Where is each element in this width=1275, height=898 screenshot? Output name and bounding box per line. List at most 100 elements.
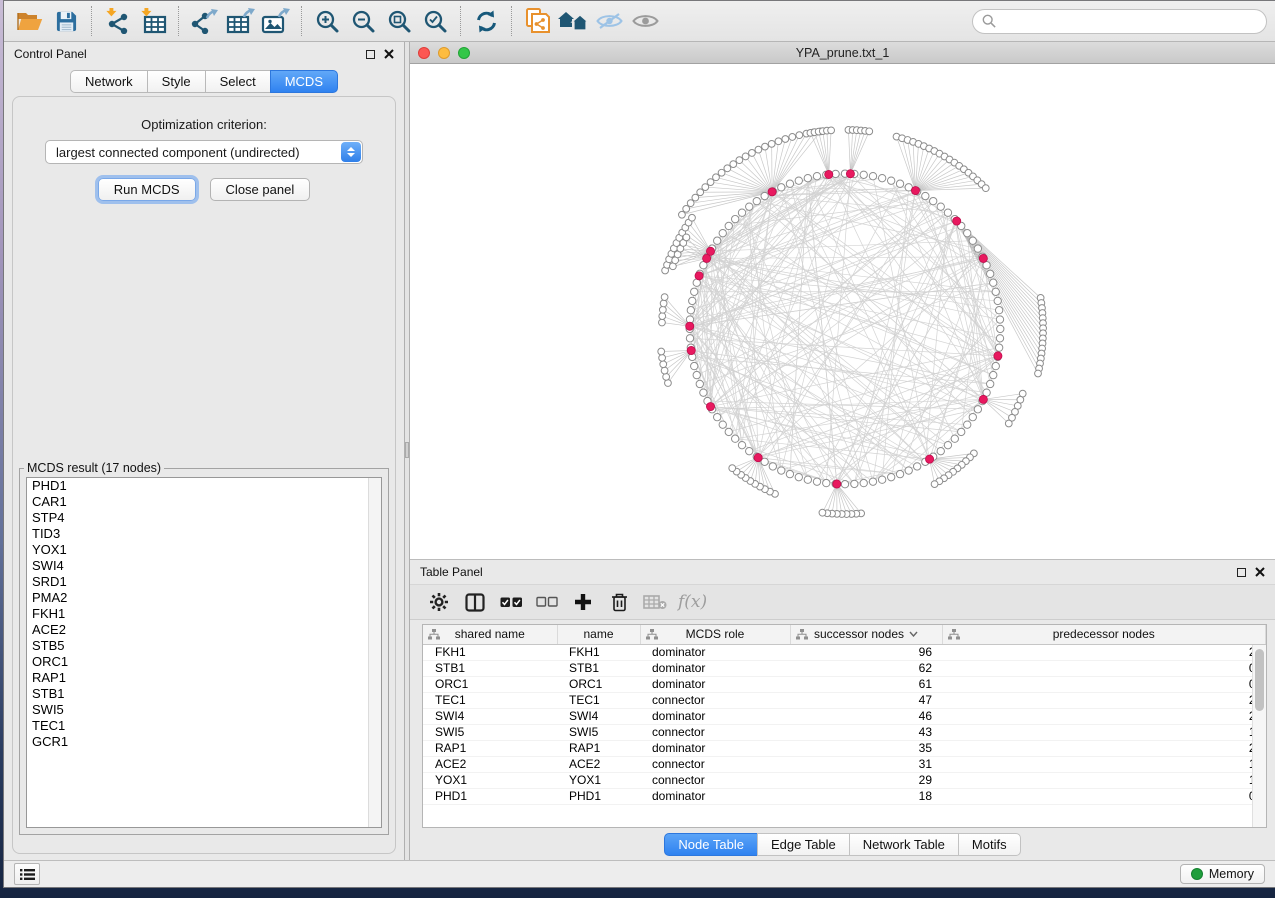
mcds-result-list[interactable]: PHD1CAR1STP4TID3YOX1SWI4SRD1PMA2FKH1ACE2… [26,477,382,828]
cell-shared-name: ORC1 [423,676,557,692]
criterion-select[interactable]: largest connected component (undirected) [45,140,363,164]
duplicate-network-icon [524,8,550,34]
tab-node-table[interactable]: Node Table [664,833,757,856]
import-table-button[interactable] [135,5,171,37]
tab-edge-table[interactable]: Edge Table [757,833,849,856]
task-history-button[interactable] [14,863,40,885]
first-neighbors-button[interactable] [555,5,591,37]
export-table-button[interactable] [222,5,258,37]
table-scrollbar-thumb[interactable] [1255,649,1264,711]
table-row[interactable]: STB1STB1dominator620 [423,660,1266,676]
show-all-button[interactable] [627,5,663,37]
table-scrollbar[interactable] [1252,645,1266,827]
export-network-button[interactable] [186,5,222,37]
close-panel-button[interactable]: Close panel [210,178,311,201]
column-header-mcds-role[interactable]: MCDS role [640,625,790,644]
duplicate-network-button[interactable] [519,5,555,37]
run-mcds-button[interactable]: Run MCDS [98,178,196,201]
cell-name: PHD1 [557,788,640,804]
zoom-out-button[interactable] [345,5,381,37]
export-table-icon [225,8,255,34]
zoom-selected-button[interactable] [417,5,453,37]
select-all-columns-button[interactable] [496,588,526,616]
cell-name: YOX1 [557,772,640,788]
search-input[interactable] [1002,14,1257,28]
table-row[interactable]: PHD1PHD1dominator180 [423,788,1266,804]
mcds-result-item[interactable]: FKH1 [27,606,381,622]
mcds-result-item[interactable]: ACE2 [27,622,381,638]
delete-columns-button[interactable] [604,588,634,616]
show-columns-button[interactable] [460,588,490,616]
control-panel-tabs: Network Style Select MCDS [4,70,404,93]
hide-selected-button[interactable] [591,5,627,37]
refresh-view-button[interactable] [468,5,504,37]
control-panel: Control Panel Network Style Select MCDS … [4,42,404,860]
toolbar-separator [178,6,179,36]
cell-name: RAP1 [557,740,640,756]
tab-select[interactable]: Select [205,70,270,93]
close-table-panel-icon[interactable] [1255,567,1265,577]
houses-icon [557,10,589,32]
zoom-fit-button[interactable] [381,5,417,37]
memory-button[interactable]: Memory [1180,864,1265,884]
sort-descending-icon [909,631,918,637]
table-row[interactable]: TEC1TEC1connector472 [423,692,1266,708]
node-table[interactable]: shared name name MCDS role [422,624,1267,828]
column-header-predecessor-nodes[interactable]: predecessor nodes [942,625,1266,644]
tab-network[interactable]: Network [70,70,147,93]
cell-name: STB1 [557,660,640,676]
table-row[interactable]: YOX1YOX1connector291 [423,772,1266,788]
table-options-button[interactable] [424,588,454,616]
column-header-name[interactable]: name [557,625,640,644]
mcds-result-item[interactable]: ORC1 [27,654,381,670]
tab-mcds[interactable]: MCDS [270,70,338,93]
close-panel-icon[interactable] [384,49,394,59]
tab-network-table[interactable]: Network Table [849,833,958,856]
mcds-result-item[interactable]: GCR1 [27,734,381,750]
zoom-in-button[interactable] [309,5,345,37]
mcds-result-item[interactable]: SWI4 [27,558,381,574]
unselect-all-columns-button[interactable] [532,588,562,616]
mcds-result-item[interactable]: STP4 [27,510,381,526]
mcds-result-item[interactable]: PHD1 [27,478,381,494]
splitter-grip[interactable] [405,442,409,458]
cell-successor-nodes: 61 [790,676,942,692]
column-header-shared-name[interactable]: shared name [423,625,557,644]
create-column-button[interactable] [568,588,598,616]
table-row[interactable]: RAP1RAP1dominator352 [423,740,1266,756]
table-row[interactable]: SWI5SWI5connector431 [423,724,1266,740]
mcds-result-item[interactable]: RAP1 [27,670,381,686]
mcds-list-scrollbar[interactable] [368,478,381,827]
application-window: Control Panel Network Style Select MCDS … [3,0,1275,888]
table-row[interactable]: ACE2ACE2connector311 [423,756,1266,772]
column-header-successor-nodes[interactable]: successor nodes [790,625,942,644]
mcds-result-item[interactable]: YOX1 [27,542,381,558]
mcds-result-item[interactable]: CAR1 [27,494,381,510]
export-image-button[interactable] [258,5,294,37]
delete-table-button-disabled [640,588,670,616]
mcds-result-item[interactable]: STB1 [27,686,381,702]
tab-motifs[interactable]: Motifs [958,833,1021,856]
mcds-result-item[interactable]: TID3 [27,526,381,542]
mcds-result-item[interactable]: SWI5 [27,702,381,718]
cell-mcds-role: connector [640,692,790,708]
search-box[interactable] [972,9,1267,34]
cell-name: ORC1 [557,676,640,692]
cell-successor-nodes: 29 [790,772,942,788]
save-session-button[interactable] [48,5,84,37]
mcds-result-item[interactable]: PMA2 [27,590,381,606]
open-session-button[interactable] [12,5,48,37]
table-row[interactable]: ORC1ORC1dominator610 [423,676,1266,692]
table-row[interactable]: SWI4SWI4dominator462 [423,708,1266,724]
import-network-button[interactable] [99,5,135,37]
tab-style[interactable]: Style [147,70,205,93]
float-panel-icon[interactable] [366,50,375,59]
float-table-panel-icon[interactable] [1237,568,1246,577]
mcds-result-item[interactable]: SRD1 [27,574,381,590]
table-row[interactable]: FKH1FKH1dominator962 [423,644,1266,660]
mcds-result-item[interactable]: TEC1 [27,718,381,734]
status-bar: Memory [4,860,1275,887]
eye-icon [632,12,659,30]
mcds-result-item[interactable]: STB5 [27,638,381,654]
network-canvas[interactable] [410,64,1275,559]
